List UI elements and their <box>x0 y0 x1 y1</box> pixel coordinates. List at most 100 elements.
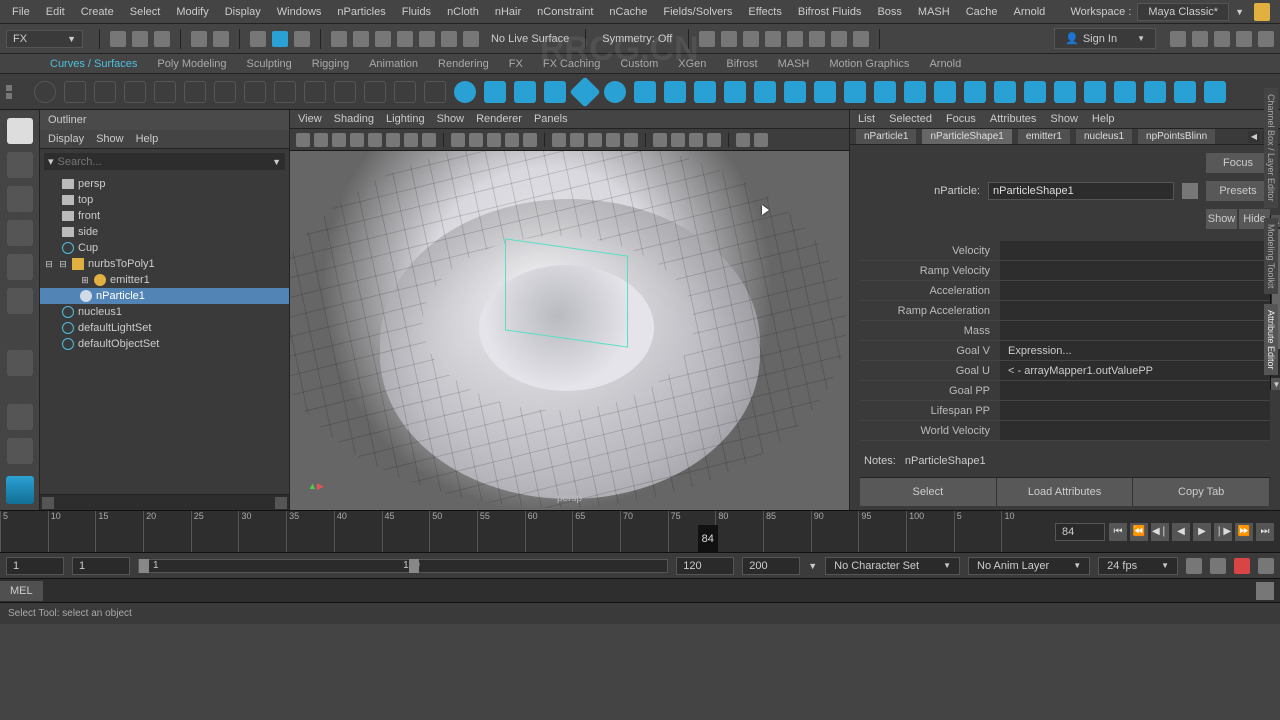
shelf-tab-fx-caching[interactable]: FX Caching <box>533 55 610 73</box>
character-set-dropdown[interactable]: No Character Set <box>825 557 960 575</box>
single-pane-layout-icon[interactable] <box>7 404 33 430</box>
step-back-key-button[interactable]: ⏪ <box>1130 523 1148 541</box>
scroll-right-icon[interactable] <box>275 497 287 509</box>
menu-bifrost-fluids[interactable]: Bifrost Fluids <box>790 2 870 22</box>
vp-film-gate-icon[interactable] <box>422 133 436 147</box>
attr-row-world-velocity[interactable]: World Velocity <box>860 421 1270 441</box>
loft-icon[interactable] <box>664 81 686 103</box>
attr-row-goal-u[interactable]: Goal U< - arrayMapper1.outValuePP <box>860 361 1270 381</box>
cv-curve-icon[interactable] <box>154 81 176 103</box>
make-live-icon[interactable] <box>463 31 479 47</box>
shelf-tab-bifrost[interactable]: Bifrost <box>716 55 767 73</box>
paint-select-icon[interactable] <box>294 31 310 47</box>
extend-surface-icon[interactable] <box>1114 81 1136 103</box>
ep-curve-icon[interactable] <box>94 81 116 103</box>
attr-row-ramp-velocity[interactable]: Ramp Velocity <box>860 261 1270 281</box>
menu-ncloth[interactable]: nCloth <box>439 2 487 22</box>
vp-menu-panels[interactable]: Panels <box>534 113 568 125</box>
attr-value[interactable] <box>1000 321 1270 340</box>
light-editor-icon[interactable] <box>809 31 825 47</box>
vp-bookmarks-icon[interactable] <box>332 133 346 147</box>
symmetry-label[interactable]: Symmetry: Off <box>596 33 678 45</box>
nurbs-plane-icon[interactable] <box>569 76 600 107</box>
open-scene-icon[interactable] <box>132 31 148 47</box>
snap-curve-icon[interactable] <box>353 31 369 47</box>
outliner-item-side[interactable]: side <box>40 224 289 240</box>
three-point-arc-icon[interactable] <box>214 81 236 103</box>
pause-icon[interactable] <box>853 31 869 47</box>
signin-button[interactable]: 👤 Sign In <box>1054 28 1156 49</box>
menu-fields-solvers[interactable]: Fields/Solvers <box>655 2 740 22</box>
menu-nconstraint[interactable]: nConstraint <box>529 2 601 22</box>
outliner-item-nucleus1[interactable]: nucleus1 <box>40 304 289 320</box>
nurbs-cube-icon[interactable] <box>484 81 506 103</box>
shelf-settings-icon[interactable] <box>6 85 22 99</box>
step-back-frame-button[interactable]: ◀❘ <box>1151 523 1169 541</box>
offset-curve-icon[interactable] <box>364 81 386 103</box>
outliner-item-defaultobjectset[interactable]: defaultObjectSet <box>40 336 289 352</box>
expand-right-icon[interactable] <box>1214 31 1230 47</box>
play-back-button[interactable]: ◀ <box>1172 523 1190 541</box>
go-icon[interactable] <box>1182 183 1198 199</box>
vp-use-lights-icon[interactable] <box>588 133 602 147</box>
menu-mash[interactable]: MASH <box>910 2 958 22</box>
attach-surface-icon[interactable] <box>994 81 1016 103</box>
playback-end-field[interactable]: 120 <box>676 557 734 575</box>
time-slider[interactable]: 5101520253035404550556065707580859095100… <box>0 510 1280 552</box>
menu-ncache[interactable]: nCache <box>601 2 655 22</box>
attr-row-ramp-acceleration[interactable]: Ramp Acceleration <box>860 301 1270 321</box>
filter-icon[interactable]: ▾ <box>48 155 54 168</box>
range-handle-right[interactable] <box>409 559 419 573</box>
bezier-curve-icon[interactable] <box>184 81 206 103</box>
two-point-arc-icon[interactable] <box>244 81 266 103</box>
render-view-icon[interactable] <box>699 31 715 47</box>
vp-xray-joints-icon[interactable] <box>671 133 685 147</box>
menu-fluids[interactable]: Fluids <box>394 2 439 22</box>
workspace-dropdown-arrow[interactable]: ▼ <box>1235 7 1244 17</box>
menuset-selector[interactable]: FX ▼ <box>6 30 83 48</box>
vp-depth-of-field-icon[interactable] <box>754 133 768 147</box>
snap-point-icon[interactable] <box>375 31 391 47</box>
search-dropdown-icon[interactable]: ▼ <box>272 157 281 167</box>
lasso-tool-icon[interactable] <box>7 152 33 178</box>
shelf-tab-sculpting[interactable]: Sculpting <box>237 55 302 73</box>
outliner-item-nurbstopoly1[interactable]: ⊟⊟nurbsToPoly1 <box>40 256 289 272</box>
revolve-icon[interactable] <box>634 81 656 103</box>
workspace-selector[interactable]: Maya Classic* <box>1137 3 1229 21</box>
shelf-tab-fx[interactable]: FX <box>499 55 533 73</box>
outliner-menu-show[interactable]: Show <box>96 133 124 145</box>
range-slider[interactable]: 1 120 <box>138 559 668 573</box>
menu-edit[interactable]: Edit <box>38 2 73 22</box>
vp-menu-lighting[interactable]: Lighting <box>386 113 425 125</box>
shelf-tab-rigging[interactable]: Rigging <box>302 55 359 73</box>
vp-view-transform-icon[interactable] <box>736 133 750 147</box>
outliner-item-nparticle1[interactable]: nParticle1 <box>40 288 289 304</box>
snap-plane-icon[interactable] <box>397 31 413 47</box>
paint-select-tool-icon[interactable] <box>7 186 33 212</box>
outliner-menu-help[interactable]: Help <box>136 133 159 145</box>
vp-isolate-icon[interactable] <box>624 133 638 147</box>
expand-icon[interactable]: ⊞ <box>80 275 90 286</box>
attr-menu-attributes[interactable]: Attributes <box>990 113 1036 125</box>
playback-start-field[interactable]: 1 <box>72 557 130 575</box>
nurbs-cone-icon[interactable] <box>544 81 566 103</box>
nurbs-circle-icon[interactable] <box>34 81 56 103</box>
rebuild-curve-icon[interactable] <box>394 81 416 103</box>
attr-select-button[interactable]: Select <box>860 478 997 506</box>
attr-tab-emitter1[interactable]: emitter1 <box>1018 129 1070 145</box>
attr-value[interactable] <box>1000 281 1270 300</box>
attr-menu-help[interactable]: Help <box>1092 113 1115 125</box>
menu-boss[interactable]: Boss <box>869 2 909 22</box>
anim-start-field[interactable]: 1 <box>6 557 64 575</box>
attr-row-velocity[interactable]: Velocity <box>860 241 1270 261</box>
insert-knot-icon[interactable] <box>334 81 356 103</box>
select-mode-icon[interactable] <box>250 31 266 47</box>
current-time-marker[interactable]: 84 <box>698 525 718 552</box>
ipr-render-icon[interactable] <box>743 31 759 47</box>
go-to-start-button[interactable]: ⏮ <box>1109 523 1127 541</box>
vp-menu-show[interactable]: Show <box>437 113 465 125</box>
untrim-icon[interactable] <box>964 81 986 103</box>
attr-row-goal-pp[interactable]: Goal PP <box>860 381 1270 401</box>
vp-lock-camera-icon[interactable] <box>314 133 328 147</box>
vp-gate-mask-icon[interactable] <box>469 133 483 147</box>
